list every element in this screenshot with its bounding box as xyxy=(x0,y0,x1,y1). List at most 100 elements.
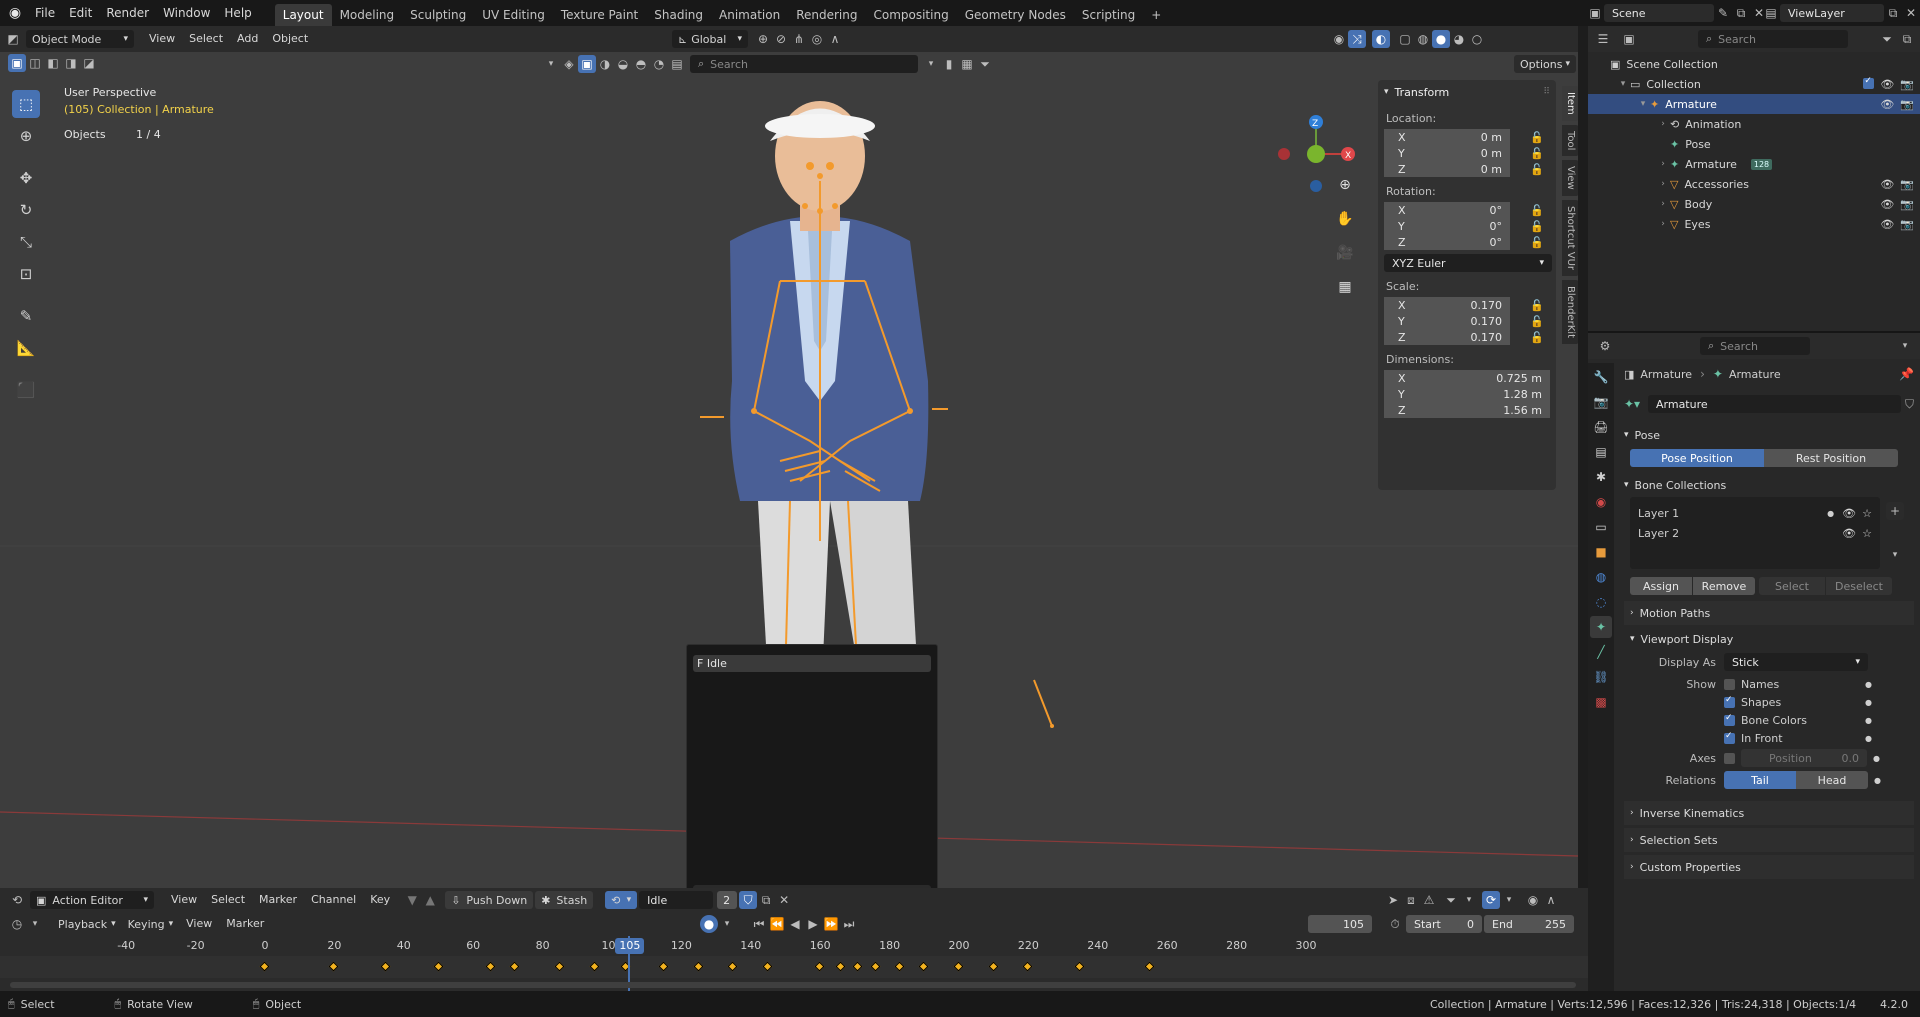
keyframe[interactable] xyxy=(380,961,391,972)
bone-collections-header[interactable]: ▾ Bone Collections xyxy=(1624,473,1914,497)
display-mode-icon[interactable]: ▣ xyxy=(1620,30,1638,48)
add-workspace-icon[interactable]: + xyxy=(1143,4,1169,26)
outliner-item-animation[interactable]: › ⟲ Animation xyxy=(1588,114,1920,134)
outliner-item-scene-collection[interactable]: ▣ Scene Collection xyxy=(1588,54,1920,74)
tab-rendering[interactable]: Rendering xyxy=(788,4,865,26)
playback-menu[interactable]: Playback ▾ xyxy=(52,915,122,933)
chevron-down-icon[interactable]: ▾ xyxy=(1500,891,1518,909)
keyframe-dot-icon[interactable]: ● xyxy=(1865,734,1872,743)
keyframe[interactable] xyxy=(328,961,339,972)
jump-end-icon[interactable]: ⏭ xyxy=(840,915,858,933)
keyframe[interactable] xyxy=(433,961,443,972)
chevron-down-icon[interactable]: ▾ xyxy=(718,915,736,933)
sidebar-tab-item[interactable]: Item xyxy=(1562,86,1578,121)
armature-data-icon[interactable]: ✦▾ xyxy=(1624,397,1648,411)
drag-handle-icon[interactable]: ⠿ xyxy=(1543,87,1550,97)
tab-modeling[interactable]: Modeling xyxy=(332,4,403,26)
measure-tool-icon[interactable]: 📐 xyxy=(12,334,40,362)
assign-button[interactable]: Assign xyxy=(1630,577,1692,595)
keyframe[interactable] xyxy=(814,961,825,972)
object-icon[interactable]: ■ xyxy=(1590,541,1612,563)
editor-type-icon[interactable]: ☰ xyxy=(1594,30,1612,48)
add-cube-tool-icon[interactable]: ⬛ xyxy=(12,376,40,404)
viewport-display-header[interactable]: ▾ Viewport Display xyxy=(1624,627,1914,651)
rotation-mode-dropdown[interactable]: XYZ Euler ▾ xyxy=(1384,254,1552,272)
tab-compositing[interactable]: Compositing xyxy=(865,4,956,26)
menu-window[interactable]: Window xyxy=(156,3,217,23)
axes-checkbox[interactable] xyxy=(1724,752,1735,764)
modifier-icon[interactable]: ◍ xyxy=(1590,566,1612,588)
texture-icon[interactable]: ▩ xyxy=(1590,691,1612,713)
remove-button[interactable]: Remove xyxy=(1693,577,1755,595)
tab-geometry-nodes[interactable]: Geometry Nodes xyxy=(957,4,1074,26)
keyframe[interactable] xyxy=(1144,961,1155,972)
transform-field-z[interactable]: Z0 m xyxy=(1384,161,1510,177)
timeline-view-menu[interactable]: View xyxy=(179,914,219,934)
keyframe[interactable] xyxy=(727,961,738,972)
eye-icon[interactable]: 👁 xyxy=(1880,78,1894,91)
display-as-dropdown[interactable]: Stick ▾ xyxy=(1724,653,1868,671)
axes-position-field[interactable]: Position 0.0 xyxy=(1741,749,1867,767)
fake-user-shield-icon[interactable]: ⛉ xyxy=(739,891,758,909)
viewport-3d[interactable]: ◩ Object Mode ▾ View Select Add Object ⊾ Glob… xyxy=(0,26,1578,890)
proportional-edit-icon[interactable]: ◉ xyxy=(1524,891,1542,909)
bone-constraint-icon[interactable]: ⛓ xyxy=(1590,666,1612,688)
action-editor-menu-view[interactable]: View xyxy=(164,890,204,910)
action-users-count[interactable]: 2 xyxy=(717,891,738,909)
transform-tool-icon[interactable]: ⊡ xyxy=(12,260,40,288)
select-box-tool-icon[interactable]: ⬚ xyxy=(12,90,40,118)
fake-user-shield-icon[interactable]: ⛉ xyxy=(1905,397,1914,412)
next-keyframe-icon[interactable]: ⏩ xyxy=(822,915,840,933)
eye-icon[interactable]: 👁 xyxy=(1880,98,1894,111)
selection-sets-header[interactable]: › Selection Sets xyxy=(1624,828,1914,852)
inverse-kinematics-header[interactable]: › Inverse Kinematics xyxy=(1624,801,1914,825)
chevron-down-icon[interactable]: ▾ xyxy=(1886,546,1904,564)
select-button[interactable]: Select xyxy=(1759,577,1825,595)
stopwatch-icon[interactable]: ⏱ xyxy=(1386,915,1404,933)
rest-position-button[interactable]: Rest Position xyxy=(1764,449,1898,467)
view-layer-icon[interactable]: ▤ xyxy=(1762,4,1780,22)
physics-icon[interactable]: ◌ xyxy=(1590,591,1612,613)
blender-logo-icon[interactable]: ◉ xyxy=(6,4,24,22)
editor-type-icon[interactable]: ◷ xyxy=(8,915,26,933)
play-icon[interactable]: ▶ xyxy=(804,915,822,933)
menu-help[interactable]: Help xyxy=(217,3,258,23)
list-item[interactable]: Layer 1 ● 👁 ☆ xyxy=(1638,503,1872,523)
tool-icon[interactable]: 🔧 xyxy=(1590,366,1612,388)
transform-field-x[interactable]: X0 m xyxy=(1384,129,1510,145)
duplicate-action-icon[interactable]: ⧉ xyxy=(757,891,775,909)
keyframe[interactable] xyxy=(852,961,863,972)
keyframe[interactable] xyxy=(509,961,520,972)
keyframe[interactable] xyxy=(554,961,565,972)
error-filter-icon[interactable]: ⚠ xyxy=(1420,891,1438,909)
lock-icon[interactable]: 🔓 xyxy=(1528,328,1546,346)
end-frame-field[interactable]: End 255 xyxy=(1484,915,1574,933)
camera-render-icon[interactable]: 📷 xyxy=(1900,198,1914,211)
eye-icon[interactable]: 👁 xyxy=(1880,218,1894,231)
chevron-icon[interactable]: ▾ xyxy=(1616,79,1630,89)
keyframe-dot-icon[interactable]: ● xyxy=(1865,698,1872,707)
sidebar-tab-shortcut-vur[interactable]: Shortcut VUr xyxy=(1562,199,1578,276)
custom-properties-header[interactable]: › Custom Properties xyxy=(1624,855,1914,879)
action-editor-menu-key[interactable]: Key xyxy=(363,890,397,910)
eye-icon[interactable]: 👁 xyxy=(1842,527,1856,540)
show-names-checkbox[interactable] xyxy=(1724,678,1735,690)
record-icon[interactable]: ● xyxy=(700,915,718,933)
push-down-button[interactable]: ⇩ Push Down xyxy=(445,891,534,909)
outliner-item-pose[interactable]: ✦ Pose xyxy=(1588,134,1920,154)
keyframe-track[interactable] xyxy=(0,956,1588,978)
show-in-front-checkbox[interactable] xyxy=(1724,731,1735,744)
pose-section-header[interactable]: ▾ Pose xyxy=(1624,423,1914,447)
show-bone-colors-checkbox[interactable] xyxy=(1724,713,1735,726)
start-frame-field[interactable]: Start 0 xyxy=(1406,915,1482,933)
list-item[interactable]: Layer 2 👁 ☆ xyxy=(1638,523,1872,543)
action-name-field[interactable]: Idle xyxy=(639,891,714,909)
chevron-icon[interactable]: › xyxy=(1656,219,1670,229)
tab-layout[interactable]: Layout xyxy=(274,4,332,26)
action-list-item[interactable]: F Idle xyxy=(693,655,931,672)
transform-field-x[interactable]: X 0.170 xyxy=(1384,297,1510,313)
keyframe[interactable] xyxy=(259,961,270,972)
camera-render-icon[interactable]: 📷 xyxy=(1900,218,1914,231)
new-scene-icon[interactable]: ⧉ xyxy=(1732,4,1750,22)
chevron-icon[interactable]: ▾ xyxy=(1636,99,1650,109)
